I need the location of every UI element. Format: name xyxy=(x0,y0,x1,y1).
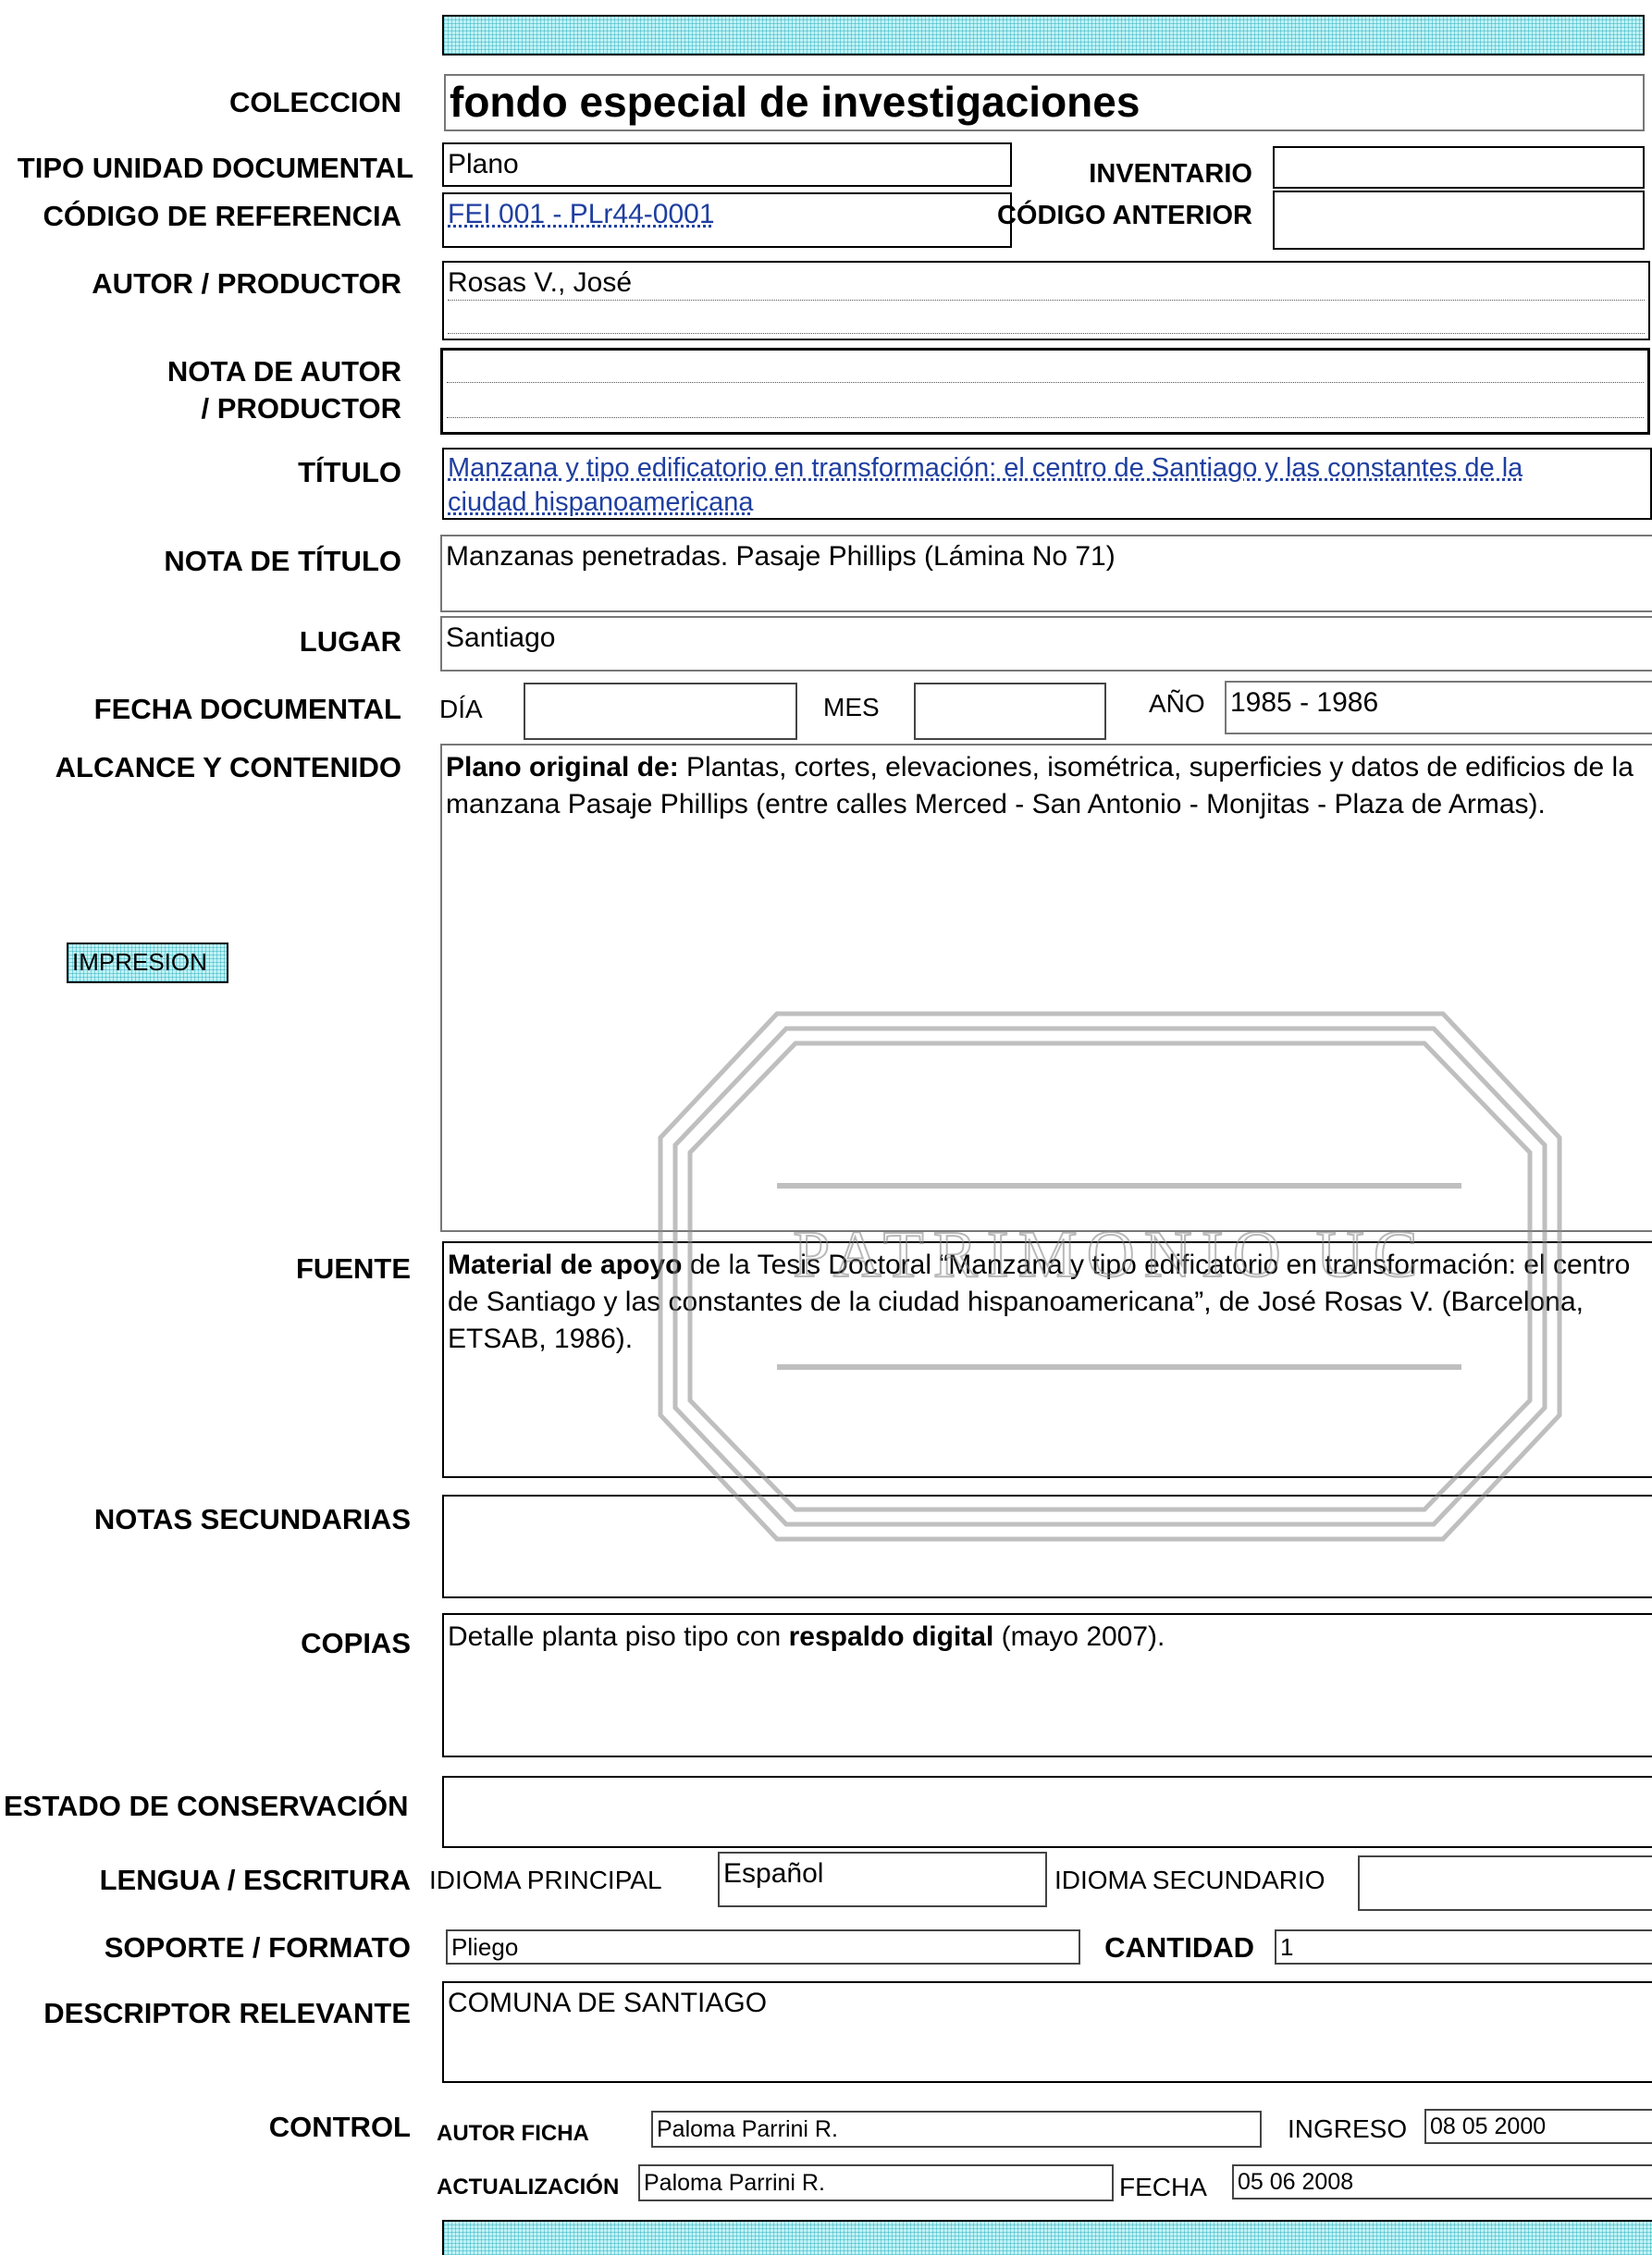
footer-bar xyxy=(442,2220,1652,2255)
fuente-value: Material de apoyo de la Tesis Doctoral “… xyxy=(448,1250,1631,1354)
nota-autor-value xyxy=(443,351,1647,354)
idioma-principal-label: IDIOMA PRINCIPAL xyxy=(429,1866,662,1894)
actualizacion-value: Paloma Parrini R. xyxy=(644,2170,825,2196)
soporte-label: SOPORTE / FORMATO xyxy=(104,1931,411,1964)
inventario-label: INVENTARIO xyxy=(1089,159,1252,189)
alcance-value: Plano original de: Plantas, cortes, elev… xyxy=(446,752,1634,819)
titulo-value-line2: ciudad hispanoamericana xyxy=(448,487,754,517)
titulo-label: TÍTULO xyxy=(298,456,401,488)
codigo-referencia-label: CÓDIGO DE REFERENCIA xyxy=(43,200,401,232)
anio-value: 1985 - 1986 xyxy=(1230,687,1379,718)
anio-field[interactable]: 1985 - 1986 xyxy=(1225,681,1652,734)
nota-titulo-field[interactable]: Manzanas penetradas. Pasaje Phillips (Lá… xyxy=(440,535,1652,612)
cantidad-field[interactable]: 1 xyxy=(1275,1929,1652,1965)
idioma-secundario-label: IDIOMA SECUNDARIO xyxy=(1054,1866,1325,1894)
titulo-field[interactable]: Manzana y tipo edificatorio en transform… xyxy=(442,448,1652,520)
autor-ficha-field[interactable]: Paloma Parrini R. xyxy=(651,2111,1262,2148)
notas-secundarias-field[interactable] xyxy=(442,1495,1652,1598)
impresion-button[interactable]: IMPRESION xyxy=(67,943,228,983)
lugar-label: LUGAR xyxy=(299,625,401,658)
fecha-documental-label: FECHA DOCUMENTAL xyxy=(93,693,401,725)
codigo-anterior-value xyxy=(1275,192,1643,196)
fecha-value: 05 06 2008 xyxy=(1238,2169,1354,2195)
estado-value xyxy=(444,1778,1652,1781)
copias-value: Detalle planta piso tipo con respaldo di… xyxy=(448,1621,1165,1652)
coleccion-label: COLECCION xyxy=(229,86,401,118)
estado-label: ESTADO DE CONSERVACIÓN xyxy=(4,1790,409,1822)
idioma-principal-value: Español xyxy=(723,1858,824,1889)
nota-autor-field[interactable] xyxy=(440,348,1650,435)
descriptor-field[interactable]: COMUNA DE SANTIAGO xyxy=(442,1981,1652,2083)
autor-ficha-value: Paloma Parrini R. xyxy=(657,2116,838,2142)
descriptor-value: COMUNA DE SANTIAGO xyxy=(448,1988,768,2018)
dia-label: DÍA xyxy=(439,695,483,723)
control-label: CONTROL xyxy=(268,2111,411,2143)
ingreso-field[interactable]: 08 05 2000 xyxy=(1424,2109,1652,2144)
autor-label: AUTOR / PRODUCTOR xyxy=(92,267,401,300)
idioma-secundario-value xyxy=(1360,1857,1652,1861)
dia-field[interactable] xyxy=(524,683,797,740)
estado-field[interactable] xyxy=(442,1776,1652,1848)
idioma-principal-field[interactable]: Español xyxy=(718,1852,1047,1907)
fecha-label: FECHA xyxy=(1119,2173,1207,2201)
codigo-anterior-field[interactable] xyxy=(1273,191,1645,250)
notas-secundarias-label: NOTAS SECUNDARIAS xyxy=(93,1503,411,1535)
cantidad-value: 1 xyxy=(1280,1933,1294,1961)
lengua-label: LENGUA / ESCRITURA xyxy=(99,1864,411,1896)
idioma-secundario-field[interactable] xyxy=(1358,1855,1652,1911)
tipo-unidad-value: Plano xyxy=(448,149,519,179)
mes-label: MES xyxy=(823,693,880,721)
alcance-field[interactable]: Plano original de: Plantas, cortes, elev… xyxy=(440,744,1652,1232)
copias-label: COPIAS xyxy=(301,1627,411,1659)
header-bar xyxy=(442,15,1645,55)
codigo-anterior-label: CÓDIGO ANTERIOR xyxy=(996,201,1252,230)
tipo-unidad-label: TIPO UNIDAD DOCUMENTAL xyxy=(17,152,413,184)
autor-ficha-label: AUTOR FICHA xyxy=(437,2121,589,2146)
codigo-referencia-value[interactable]: FEI 001 - PLr44-0001 xyxy=(444,194,1010,235)
titulo-value-line1: Manzana y tipo edificatorio en transform… xyxy=(448,453,1523,483)
actualizacion-field[interactable]: Paloma Parrini R. xyxy=(638,2164,1114,2201)
tipo-unidad-field[interactable]: Plano xyxy=(442,142,1012,187)
codigo-referencia-field[interactable]: FEI 001 - PLr44-0001 xyxy=(442,192,1012,248)
alcance-label: ALCANCE Y CONTENIDO xyxy=(55,751,401,783)
cantidad-label: CANTIDAD xyxy=(1104,1931,1254,1964)
fuente-label: FUENTE xyxy=(296,1252,411,1285)
descriptor-label: DESCRIPTOR RELEVANTE xyxy=(43,1997,411,2029)
mes-field[interactable] xyxy=(914,683,1106,740)
coleccion-field[interactable]: fondo especial de investigaciones xyxy=(444,74,1645,131)
inventario-field[interactable] xyxy=(1273,146,1645,189)
copias-field[interactable]: Detalle planta piso tipo con respaldo di… xyxy=(442,1613,1652,1757)
inventario-value xyxy=(1275,148,1643,152)
lugar-value: Santiago xyxy=(446,622,556,653)
nota-titulo-value: Manzanas penetradas. Pasaje Phillips (Lá… xyxy=(446,541,1116,572)
anio-label: AÑO xyxy=(1149,689,1205,718)
fecha-field[interactable]: 05 06 2008 xyxy=(1232,2164,1652,2200)
autor-value: Rosas V., José xyxy=(448,267,632,298)
fuente-field[interactable]: Material de apoyo de la Tesis Doctoral “… xyxy=(442,1241,1652,1478)
ingreso-value: 08 05 2000 xyxy=(1430,2113,1547,2139)
nota-autor-label-2: / PRODUCTOR xyxy=(201,392,401,425)
notas-secundarias-value xyxy=(444,1497,1652,1500)
soporte-field[interactable]: Pliego xyxy=(446,1929,1080,1965)
nota-autor-label-1: NOTA DE AUTOR xyxy=(166,355,401,388)
actualizacion-label: ACTUALIZACIÓN xyxy=(437,2175,620,2200)
soporte-value: Pliego xyxy=(451,1933,519,1961)
nota-titulo-label: NOTA DE TÍTULO xyxy=(164,545,401,577)
coleccion-value: fondo especial de investigaciones xyxy=(450,78,1140,126)
ingreso-label: INGRESO xyxy=(1288,2114,1408,2143)
autor-field[interactable]: Rosas V., José xyxy=(442,261,1650,340)
lugar-field[interactable]: Santiago xyxy=(440,616,1652,672)
